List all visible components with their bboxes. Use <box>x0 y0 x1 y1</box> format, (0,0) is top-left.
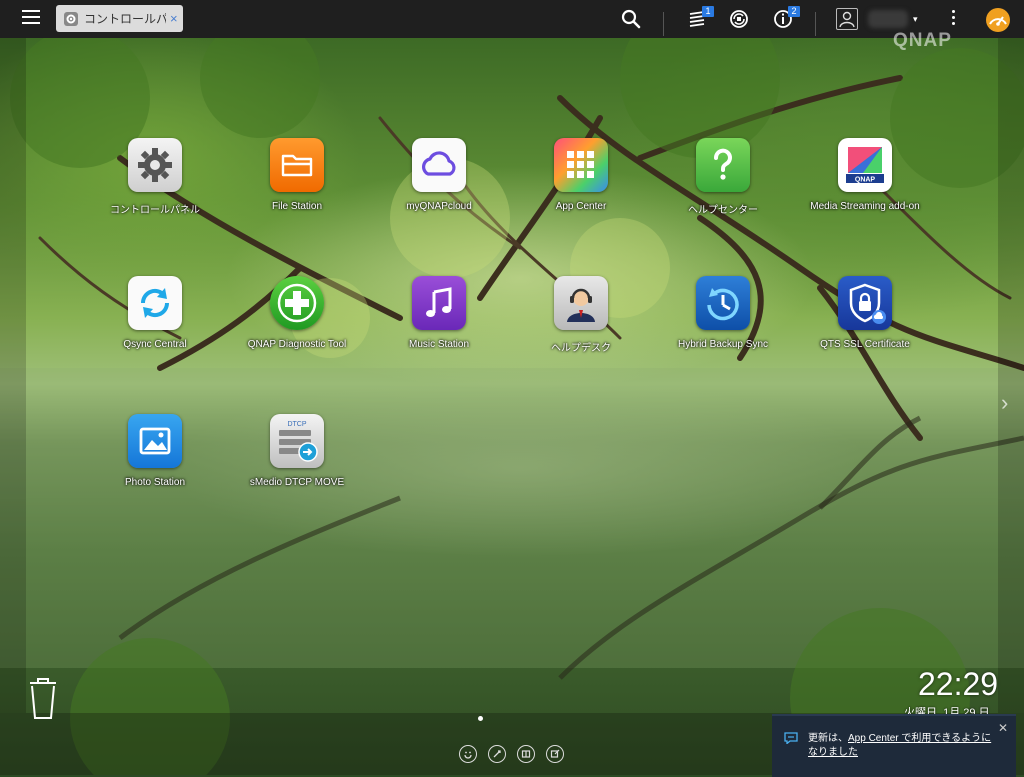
user-menu-chevron-down-icon[interactable]: ▾ <box>913 14 918 25</box>
tab-close-icon[interactable]: × <box>170 11 178 26</box>
control-panel-gear-icon <box>128 138 182 192</box>
app-photo-station[interactable]: Photo Station <box>90 414 220 488</box>
user-avatar-icon[interactable] <box>836 8 858 30</box>
page-dot-active[interactable] <box>478 716 483 721</box>
app-label: Photo Station <box>124 477 186 488</box>
music-note-icon <box>412 276 466 330</box>
app-app-center[interactable]: App Center <box>516 138 646 212</box>
app-smedio-dtcp-move[interactable]: DTCP sMedio DTCP MOVE <box>232 414 362 488</box>
headset-person-icon <box>554 276 608 330</box>
app-label: コントロールパネル <box>110 205 200 216</box>
dock-tools-icon[interactable] <box>488 745 506 763</box>
dtcp-move-icon: DTCP <box>270 414 324 468</box>
toast-app-center-link[interactable]: App Center で利用できるように <box>848 733 991 744</box>
cloud-icon <box>412 138 466 192</box>
background-task-icon[interactable]: 1 <box>686 6 714 30</box>
trash-bin-icon[interactable] <box>24 673 62 721</box>
page-indicator <box>478 708 483 726</box>
event-notification-icon[interactable]: 2 <box>772 6 800 30</box>
app-label: QNAP Diagnostic Tool <box>247 339 347 350</box>
app-control-panel[interactable]: コントロールパネル <box>90 138 220 216</box>
next-page-chevron-right-icon[interactable]: › <box>1001 390 1008 416</box>
app-label: ヘルプセンター <box>688 205 758 216</box>
backup-clock-icon <box>696 276 750 330</box>
username-redacted[interactable] <box>868 10 908 28</box>
message-bubble-icon <box>784 732 798 744</box>
dashboard-gauge-icon[interactable] <box>985 7 1011 33</box>
app-qts-ssl-certificate[interactable]: QTS SSL Certificate <box>800 276 930 350</box>
sync-arrows-icon <box>128 276 182 330</box>
toolbar-divider <box>663 12 664 36</box>
app-label: Music Station <box>408 339 470 350</box>
app-label: Hybrid Backup Sync <box>677 339 769 350</box>
photo-icon <box>128 414 182 468</box>
app-helpdesk[interactable]: ヘルプデスク <box>516 276 646 354</box>
toast-message-prefix: 更新は、 <box>808 733 848 744</box>
question-mark-icon <box>696 138 750 192</box>
desktop-icon-area: コントロールパネル File Station myQNAPcloud App C… <box>26 62 998 713</box>
main-menu-icon[interactable] <box>22 10 40 26</box>
notification-count-badge: 2 <box>788 6 800 17</box>
folder-icon <box>270 138 324 192</box>
app-label: Media Streaming add-on <box>810 201 920 212</box>
app-help-center[interactable]: ヘルプセンター <box>658 138 788 216</box>
app-label: File Station <box>271 201 323 212</box>
desktop-right-margin <box>998 38 1024 713</box>
plus-cross-icon <box>270 276 324 330</box>
app-label: ヘルプデスク <box>551 343 611 354</box>
dock-edit-icon[interactable] <box>546 745 564 763</box>
search-icon[interactable] <box>620 8 642 30</box>
app-hybrid-backup-sync[interactable]: Hybrid Backup Sync <box>658 276 788 350</box>
app-qnap-diagnostic-tool[interactable]: QNAP Diagnostic Tool <box>232 276 362 350</box>
app-label: sMedio DTCP MOVE <box>249 477 345 488</box>
app-label: App Center <box>555 201 607 212</box>
top-bar: コントロールパ… × 1 2 ▾ <box>0 0 1024 38</box>
app-media-streaming-addon[interactable]: QNAP Media Streaming add-on <box>800 138 930 212</box>
app-music-station[interactable]: Music Station <box>374 276 504 350</box>
shield-lock-icon <box>838 276 892 330</box>
desktop-dock <box>459 745 575 763</box>
external-device-icon[interactable] <box>728 8 750 30</box>
tab-control-panel[interactable]: コントロールパ… × <box>56 5 183 32</box>
toast-close-icon[interactable]: ✕ <box>998 721 1008 735</box>
app-grid-icon <box>554 138 608 192</box>
toolbar-divider <box>815 12 816 36</box>
task-count-badge: 1 <box>702 6 714 17</box>
desktop-clock: 22:29 <box>918 666 999 702</box>
tab-label: コントロールパ… <box>84 12 166 26</box>
desktop-left-margin <box>0 38 26 713</box>
more-options-icon[interactable] <box>948 10 958 28</box>
update-notification-toast: 更新は、App Center で利用できるようになりました ✕ <box>772 714 1016 777</box>
gear-icon <box>64 11 78 26</box>
dtcp-text: DTCP <box>287 421 306 428</box>
app-label: Qsync Central <box>123 339 187 350</box>
qnap-badge-text: QNAP <box>855 177 876 184</box>
qnap-watermark: QNAP <box>893 30 952 51</box>
app-file-station[interactable]: File Station <box>232 138 362 212</box>
qnap-media-icon: QNAP <box>838 138 892 192</box>
app-myqnapcloud[interactable]: myQNAPcloud <box>374 138 504 212</box>
dock-smile-icon[interactable] <box>459 745 477 763</box>
app-label: myQNAPcloud <box>406 201 472 212</box>
dock-book-icon[interactable] <box>517 745 535 763</box>
app-qsync-central[interactable]: Qsync Central <box>90 276 220 350</box>
app-label: QTS SSL Certificate <box>820 339 910 350</box>
toast-message: 更新は、App Center で利用できるようになりました <box>808 732 994 760</box>
toast-message-suffix[interactable]: なりました <box>808 747 858 758</box>
